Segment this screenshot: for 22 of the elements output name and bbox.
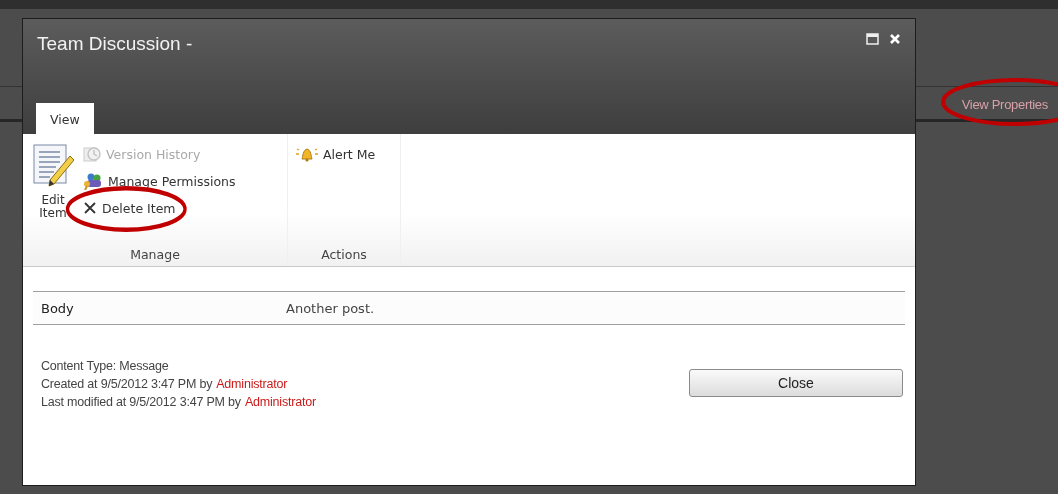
field-value: Another post. <box>286 300 375 316</box>
notepad-pencil-icon <box>32 142 74 190</box>
people-key-icon <box>83 172 103 190</box>
dialog-title: Team Discussion - <box>37 33 193 55</box>
ribbon-button[interactable]: Manage Permissions <box>81 169 238 193</box>
user-link[interactable]: Administrator <box>216 375 288 393</box>
field-label: Body <box>40 300 75 316</box>
maximize-icon[interactable] <box>866 33 879 45</box>
content-type-text: Content Type: Message <box>41 358 170 375</box>
ribbon-tab[interactable]: View <box>36 103 94 134</box>
history-icon <box>83 145 101 163</box>
close-button[interactable]: Close <box>689 369 903 397</box>
close-icon[interactable] <box>889 33 901 45</box>
timestamp-text: Created at 9/5/2012 3:47 PM by <box>41 376 213 393</box>
group-label: Manage <box>130 247 180 262</box>
delete-icon <box>83 201 97 215</box>
group-label: Actions <box>321 247 367 262</box>
bell-icon <box>296 146 318 162</box>
edit-item-button[interactable]: Edit Item <box>29 142 77 220</box>
ribbon-button[interactable]: Alert Me <box>294 142 378 166</box>
timestamp-text: Last modified at 9/5/2012 3:47 PM by <box>41 394 241 411</box>
user-link[interactable]: Administrator <box>244 393 316 411</box>
